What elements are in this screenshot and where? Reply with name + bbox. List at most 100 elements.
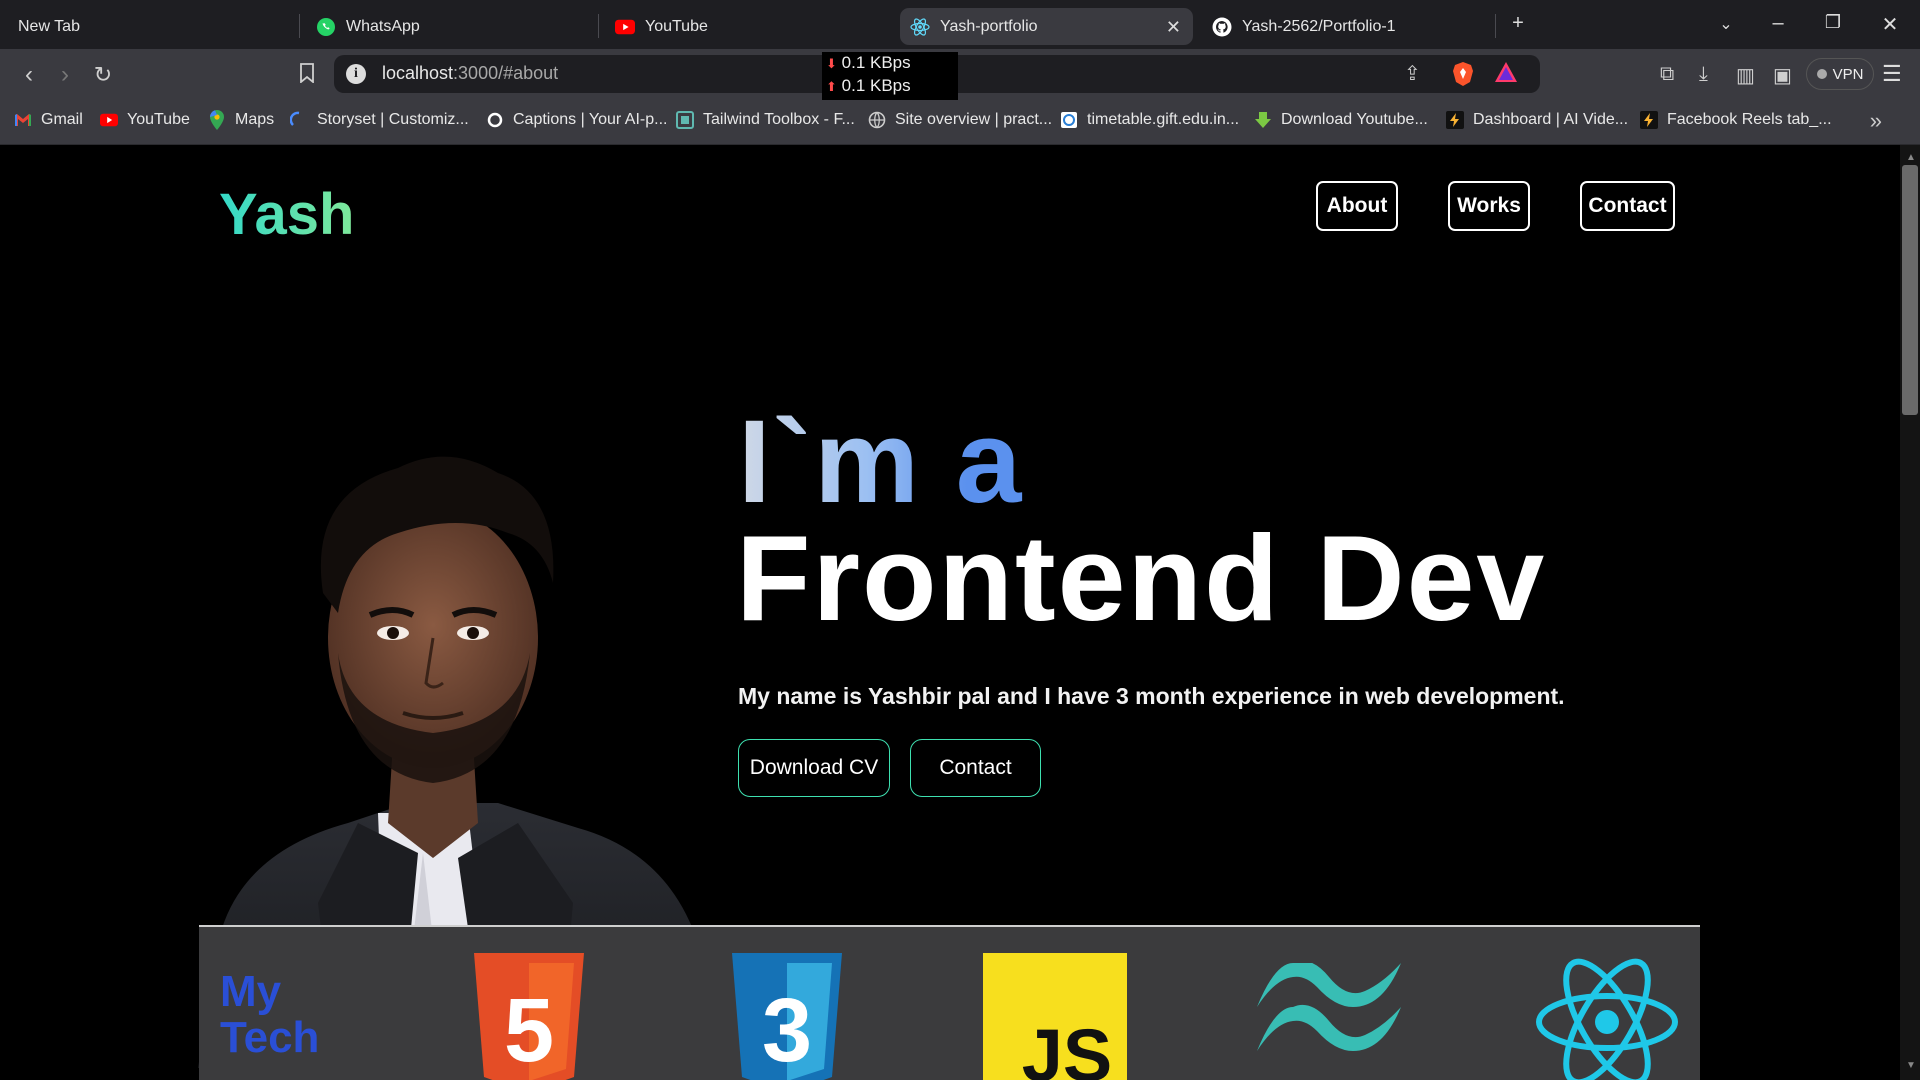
nav-about-button[interactable]: About [1316,181,1398,231]
bookmark-label: Dashboard | AI Vide... [1473,111,1629,128]
bookmark-label: Tailwind Toolbox - F... [703,111,855,128]
new-tab-button[interactable]: + [1504,12,1532,35]
menu-icon[interactable]: ☰ [1882,61,1902,87]
browser-toolbar: ‹ › ↻ i localhost:3000/#about ⇪ ⧉ ⤓ ▥ ▣ … [0,49,1920,100]
tab-search-chevron-icon[interactable]: ⌄ [1712,14,1740,34]
bookmark-tailwind-toolbox[interactable]: Tailwind Toolbox - F... [676,111,855,129]
tab-yash-portfolio[interactable]: Yash-portfolio ✕ [900,8,1193,45]
react-icon [910,17,930,37]
github-icon [1212,17,1232,37]
contact-button[interactable]: Contact [910,739,1041,797]
forward-icon[interactable]: › [50,61,80,89]
net-down: 0.1 KBps [841,53,911,72]
react-icon [1536,958,1678,1080]
extensions-icon[interactable]: ⧉ [1660,63,1674,86]
brave-shields-icon[interactable] [1452,61,1474,87]
css3-icon-text: 3 [762,981,812,1080]
web-page: Yash About Works Contact I`m a Frontend … [0,145,1900,1080]
reload-icon[interactable]: ↻ [88,62,118,88]
maps-icon [208,110,226,130]
bookmark-maps[interactable]: Maps [208,110,275,130]
url-host: localhost [382,63,454,83]
tech-heading-line1: My [220,967,282,1016]
scrollbar-thumb[interactable] [1902,165,1918,415]
tab-separator [1495,14,1496,38]
vpn-status-icon [1816,69,1827,79]
scroll-down-icon[interactable]: ▼ [1906,1060,1916,1071]
bookmark-site-overview[interactable]: Site overview | pract... [868,111,1052,129]
site-info-icon[interactable]: i [346,64,366,84]
scroll-up-icon[interactable]: ▲ [1906,152,1916,163]
close-icon[interactable]: ✕ [1166,17,1181,38]
window-close-icon[interactable]: ✕ [1876,12,1904,37]
tailwind-icon [1257,963,1401,1051]
wallet-icon[interactable]: ▣ [1773,63,1792,88]
restore-icon[interactable]: ❐ [1819,12,1847,33]
url-path: :3000/#about [453,63,559,83]
nav-contact-button[interactable]: Contact [1580,181,1675,231]
bookmark-label: Download Youtube... [1281,111,1428,128]
tab-github[interactable]: Yash-2562/Portfolio-1 [1202,8,1492,45]
tab-whatsapp[interactable]: WhatsApp [306,8,596,45]
bookmark-dashboard-ai-video[interactable]: Dashboard | AI Vide... [1446,111,1628,129]
tab-strip: New Tab WhatsApp YouTube Yash-portfolio … [0,0,1920,49]
downloads-icon[interactable]: ⤓ [1699,63,1708,86]
bookmark-icon[interactable] [292,62,322,90]
captions-icon [486,111,504,129]
net-up: 0.1 KBps [841,76,911,95]
bookmark-timetable[interactable]: timetable.gift.edu.in... [1060,111,1239,129]
more-bookmarks-icon[interactable]: » [1870,108,1882,134]
bookmark-gmail[interactable]: Gmail [14,111,83,129]
tech-heading: My Tech [220,969,319,1061]
html5-icon: 5 [474,953,584,1080]
bookmark-download-youtube[interactable]: Download Youtube... [1254,111,1428,129]
tab-youtube[interactable]: YouTube [605,8,895,45]
timetable-icon [1060,111,1078,129]
html5-icon-text: 5 [504,981,554,1080]
css3-icon: 3 [732,953,842,1080]
tab-label: Yash-2562/Portfolio-1 [1242,17,1396,35]
tab-new-tab[interactable]: New Tab [8,8,298,45]
tab-separator [598,14,599,38]
network-speed-overlay: ⬇ 0.1 KBps ⬆ 0.1 KBps [822,52,958,100]
minimize-icon[interactable]: – [1764,12,1792,35]
gmail-icon [14,111,32,129]
back-icon[interactable]: ‹ [14,61,44,89]
tailwind-toolbox-icon [676,111,694,129]
bookmark-label: Captions | Your AI-p... [513,111,668,128]
bookmark-label: Storyset | Customiz... [317,111,469,128]
tab-label: New Tab [18,17,80,35]
bookmark-label: Facebook Reels tab_... [1667,111,1832,128]
bookmark-captions[interactable]: Captions | Your AI-p... [486,111,667,129]
hero-subtitle: My name is Yashbir pal and I have 3 mont… [738,683,1565,709]
tab-label: WhatsApp [346,17,420,35]
share-icon[interactable]: ⇪ [1404,61,1421,86]
bolt-icon [1446,111,1464,129]
download-cv-button[interactable]: Download CV [738,739,890,797]
bolt-icon [1640,111,1658,129]
vpn-label: VPN [1832,65,1864,83]
tab-label: Yash-portfolio [940,17,1038,35]
storyset-icon [290,111,308,129]
brave-rewards-icon[interactable] [1494,61,1518,85]
bookmark-storyset[interactable]: Storyset | Customiz... [290,111,469,129]
sidebar-icon[interactable]: ▥ [1736,63,1755,88]
bookmark-youtube[interactable]: YouTube [100,111,190,129]
bookmark-label: Maps [235,111,275,128]
youtube-icon [615,17,635,37]
url-text[interactable]: localhost:3000/#about [382,63,558,84]
whatsapp-icon [316,17,336,37]
hero-line-1: I`m a [738,396,1024,528]
nav-works-button[interactable]: Works [1448,181,1530,231]
bookmark-facebook-reels[interactable]: Facebook Reels tab_... [1640,111,1832,129]
globe-icon [868,111,886,129]
bookmark-label: timetable.gift.edu.in... [1087,111,1240,128]
tech-stack-section: My Tech 5 3 JS [199,925,1700,1080]
tech-heading-line2: Tech [220,1013,320,1062]
youtube-icon [100,111,118,129]
site-logo[interactable]: Yash [219,181,354,248]
javascript-icon-text: JS [1022,1014,1113,1080]
bookmark-label: Gmail [41,111,83,128]
vpn-button[interactable]: VPN [1806,58,1874,90]
tab-separator [299,14,300,38]
